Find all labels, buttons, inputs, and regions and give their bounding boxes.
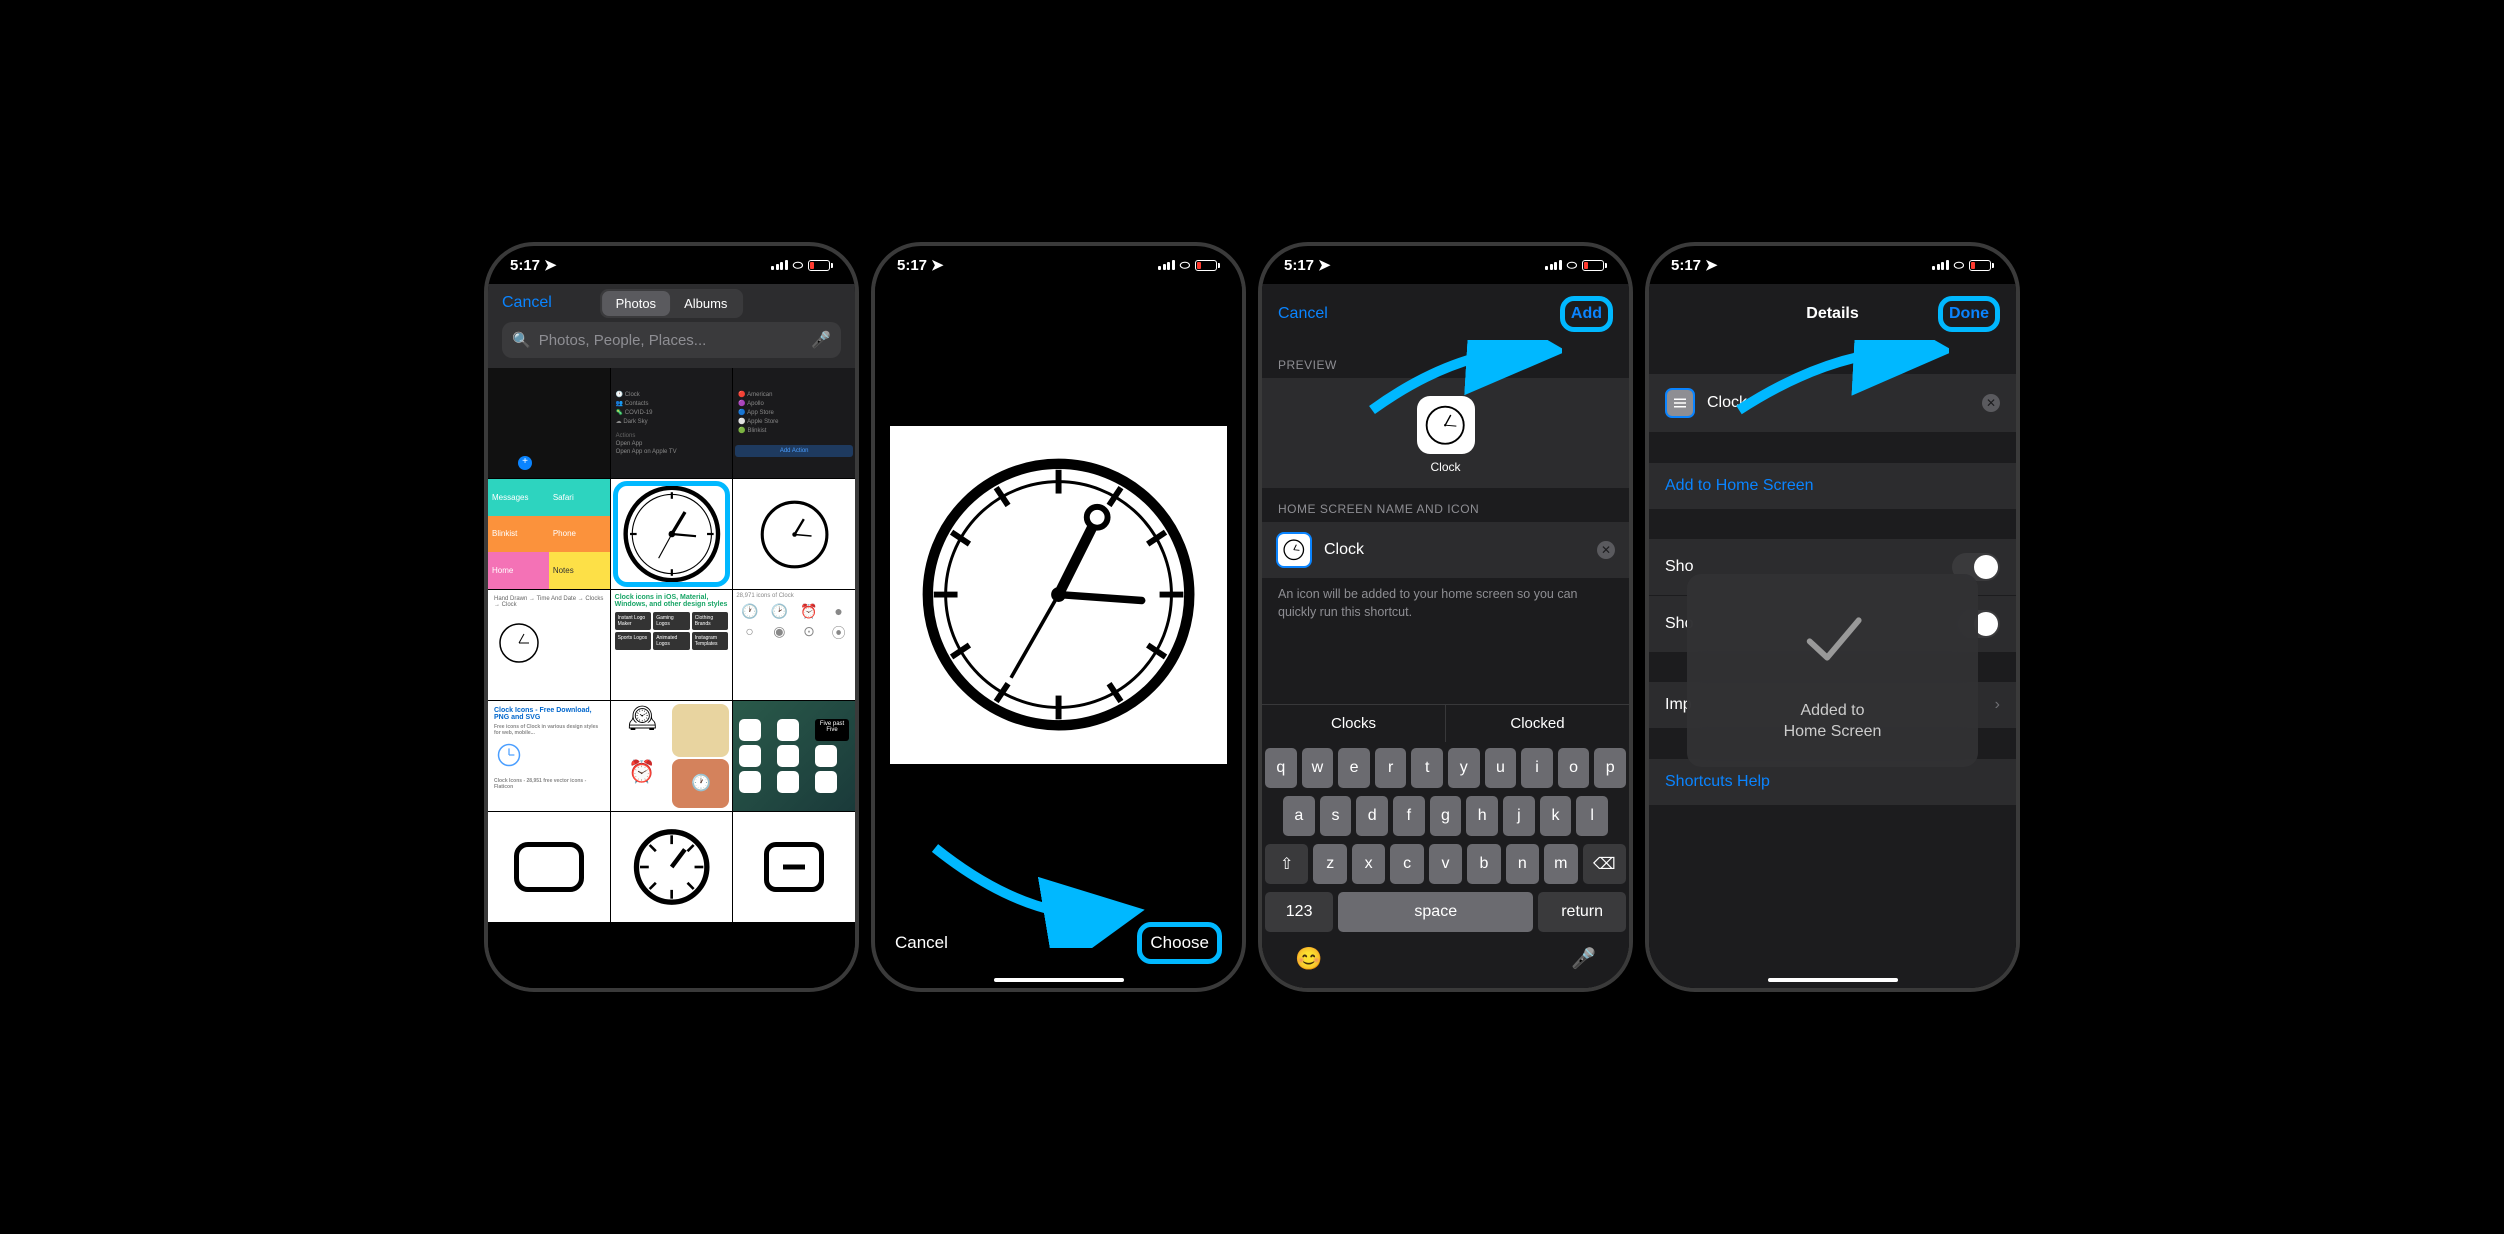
- add-to-home-button[interactable]: Add to Home Screen: [1649, 463, 2016, 509]
- keyboard-suggestions: Clocks Clocked: [1262, 704, 1629, 742]
- cancel-button[interactable]: Cancel: [502, 294, 552, 312]
- num-key[interactable]: 123: [1265, 892, 1333, 932]
- hint-text: An icon will be added to your home scree…: [1262, 578, 1629, 629]
- photo-thumb[interactable]: [488, 812, 610, 922]
- return-key[interactable]: return: [1538, 892, 1626, 932]
- photo-thumb[interactable]: 🕰 ⏰ 🕐: [611, 701, 733, 811]
- choose-button[interactable]: Choose: [1137, 922, 1222, 964]
- clear-button[interactable]: ✕: [1982, 394, 2000, 412]
- key[interactable]: q: [1265, 748, 1297, 788]
- delete-key[interactable]: ⌫: [1583, 844, 1626, 884]
- photo-thumb[interactable]: Clock icons in iOS, Material, Windows, a…: [611, 590, 733, 700]
- photo-thumb[interactable]: Messages Safari Blinkist Phone Home Note…: [488, 479, 610, 589]
- app-icon-preview: [1417, 396, 1475, 454]
- photo-thumb[interactable]: Clock Icons - Free Download, PNG and SVG…: [488, 701, 610, 811]
- chevron-icon: ›: [1995, 696, 2000, 714]
- notch: [1366, 246, 1526, 272]
- mic-icon[interactable]: 🎤: [811, 330, 831, 350]
- name-icon-label: HOME SCREEN NAME AND ICON: [1262, 488, 1629, 522]
- suggestion[interactable]: Clocks: [1262, 705, 1446, 742]
- notch: [592, 246, 752, 272]
- clear-button[interactable]: ✕: [1597, 541, 1615, 559]
- photo-thumb[interactable]: 🔴 American 🟣 Apollo 🔵 App Store ⚪ Apple …: [733, 368, 855, 478]
- keyboard: qwertyuiop asdfghjkl ⇧ zxcvbnm ⌫ 123 spa…: [1262, 742, 1629, 988]
- space-key[interactable]: space: [1338, 892, 1533, 932]
- photo-thumb-selected[interactable]: [611, 479, 733, 589]
- phone-3-add-home: 5:17➤ ⬭ Cancel Add PREVIEW Clock HOME SC…: [1258, 242, 1633, 992]
- add-button[interactable]: Add: [1560, 296, 1613, 332]
- app-name-label: Clock: [1430, 460, 1460, 474]
- name-input[interactable]: Clock: [1324, 541, 1585, 559]
- photo-thumb[interactable]: Hand Drawn → Time And Date → Clocks → Cl…: [488, 590, 610, 700]
- photo-thumb[interactable]: 28,971 icons of Clock 🕐🕑⏰● ○◉⊙⦿: [733, 590, 855, 700]
- crop-image: [890, 426, 1228, 764]
- emoji-button[interactable]: 😊: [1295, 946, 1322, 972]
- dictation-button[interactable]: 🎤: [1571, 946, 1596, 972]
- search-icon: 🔍: [512, 331, 531, 349]
- icon-picker-button[interactable]: [1276, 532, 1312, 568]
- search-placeholder: Photos, People, Places...: [539, 332, 803, 349]
- photo-thumb[interactable]: [611, 812, 733, 922]
- shortcut-icon[interactable]: [1665, 388, 1695, 418]
- home-indicator[interactable]: [1768, 978, 1898, 982]
- photo-thumb[interactable]: [733, 812, 855, 922]
- shift-key[interactable]: ⇧: [1265, 844, 1308, 884]
- preview-label: PREVIEW: [1262, 344, 1629, 378]
- shortcut-name-row[interactable]: Clock ✕: [1649, 374, 2016, 432]
- overlay-text: Added to Home Screen: [1784, 701, 1882, 743]
- cancel-button[interactable]: Cancel: [895, 933, 948, 953]
- signal-icon: [771, 260, 788, 270]
- wifi-icon: ⬭: [793, 258, 803, 273]
- home-indicator[interactable]: [994, 978, 1124, 982]
- segment-control[interactable]: Photos Albums: [600, 289, 744, 318]
- segment-albums[interactable]: Albums: [670, 291, 741, 316]
- crop-footer: Cancel Choose: [875, 906, 1242, 988]
- clock-icon: [910, 446, 1207, 743]
- clock-icon: [752, 496, 837, 573]
- status-time: 5:17: [510, 257, 540, 274]
- photo-thumb[interactable]: +: [488, 368, 610, 478]
- checkmark-icon: [1798, 604, 1868, 687]
- crop-area[interactable]: [875, 284, 1242, 906]
- photo-grid[interactable]: + 🕐 Clock 👥 Contacts 🦠 COVID-19 ☁ Dark S…: [488, 368, 855, 988]
- search-field[interactable]: 🔍 Photos, People, Places... 🎤: [502, 322, 841, 358]
- suggestion[interactable]: Clocked: [1446, 705, 1629, 742]
- phone-2-crop: 5:17➤ ⬭: [871, 242, 1246, 992]
- battery-icon: [808, 260, 833, 271]
- name-input-row: Clock ✕: [1262, 522, 1629, 578]
- cancel-button[interactable]: Cancel: [1278, 305, 1328, 323]
- picker-header: Cancel Photos Albums 🔍 Photos, People, P…: [488, 284, 855, 368]
- phone-4-details: 5:17➤ ⬭ Details Done Clock ✕ Add to Home…: [1645, 242, 2020, 992]
- shortcut-name: Clock: [1707, 394, 1747, 412]
- phone-1-photo-picker: 5:17 ➤ ⬭ Cancel Photos Albums 🔍 Photos, …: [484, 242, 859, 992]
- segment-photos[interactable]: Photos: [602, 291, 670, 316]
- photo-thumb[interactable]: Five past Five: [733, 701, 855, 811]
- done-button[interactable]: Done: [1938, 296, 2000, 332]
- location-icon: ➤: [544, 256, 557, 274]
- selection-ring: [613, 481, 731, 587]
- notch: [979, 246, 1139, 272]
- modal-header: Cancel Add: [1262, 284, 1629, 344]
- photo-thumb[interactable]: 🕐 Clock 👥 Contacts 🦠 COVID-19 ☁ Dark Sky…: [611, 368, 733, 478]
- photo-thumb[interactable]: [733, 479, 855, 589]
- notch: [1753, 246, 1913, 272]
- confirmation-overlay: Added to Home Screen: [1687, 574, 1978, 767]
- details-header: Details Done: [1649, 284, 2016, 344]
- preview-box: Clock: [1262, 378, 1629, 488]
- details-title: Details: [1806, 305, 1858, 323]
